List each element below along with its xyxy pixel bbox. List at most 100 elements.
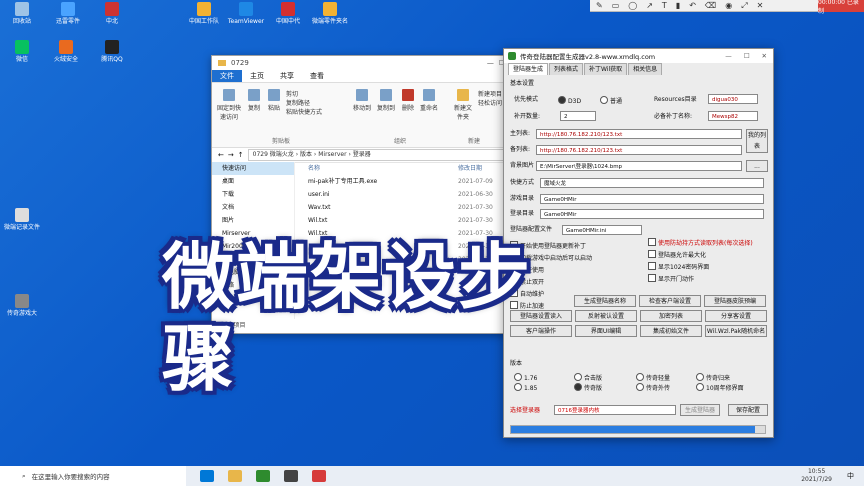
- copy-path-button[interactable]: 复制路径: [286, 98, 342, 107]
- right-option-checkbox[interactable]: 登陆器允许最大化: [648, 250, 706, 260]
- new-folder-button[interactable]: 新建文件夹: [452, 89, 474, 121]
- right-option-checkbox[interactable]: 使用防劫持方式读取列表(每次选择): [648, 238, 753, 248]
- column-name[interactable]: 名称: [296, 162, 458, 175]
- tab-generate[interactable]: 登陆器生成: [508, 63, 549, 75]
- task-view-icon[interactable]: [200, 470, 214, 482]
- desktop-icon[interactable]: 中国中代: [268, 2, 308, 25]
- browse-button[interactable]: ...: [746, 160, 768, 172]
- file-row[interactable]: user.ini 2021-06-30: [296, 188, 522, 201]
- rect-icon[interactable]: ▭: [612, 1, 620, 10]
- shortcut-input[interactable]: 魔域火龙: [540, 178, 764, 188]
- desktop-icon[interactable]: 微端记录文件: [2, 208, 42, 231]
- nav-desktop[interactable]: 桌面: [212, 175, 294, 188]
- undo-icon[interactable]: ↶: [689, 1, 696, 10]
- nav-quick-access[interactable]: 快速访问: [212, 162, 294, 175]
- clear-icon[interactable]: ⌫: [705, 1, 716, 10]
- action-button[interactable]: Wil.Wzl.Pak随机命名: [705, 325, 767, 337]
- tab-file[interactable]: 文件: [212, 70, 242, 82]
- terminal-icon[interactable]: [284, 470, 298, 482]
- action-button[interactable]: 客户端操作: [510, 325, 572, 337]
- close-icon[interactable]: ✕: [757, 1, 764, 10]
- record-timer[interactable]: 00:00:00 已录制: [818, 0, 864, 15]
- desktop-icon[interactable]: 传奇游戏大: [2, 294, 42, 317]
- select-login-dropdown[interactable]: 0716登录器内核: [554, 405, 676, 415]
- login-dir-input[interactable]: Game0HMir: [540, 209, 764, 219]
- paste-button[interactable]: 粘贴: [266, 89, 282, 112]
- camera-icon[interactable]: ◉: [725, 1, 732, 10]
- recorder-icon[interactable]: [312, 470, 326, 482]
- backup-list-input[interactable]: http://180.76.182.210/123.txt: [536, 145, 742, 155]
- version-radio[interactable]: 1.76: [514, 373, 537, 383]
- action-button[interactable]: 检查客户端设置: [639, 295, 701, 307]
- master-list-input[interactable]: http://180.76.182.210/123.txt: [536, 129, 742, 139]
- resources-input[interactable]: digua030: [708, 94, 758, 104]
- game-dir-input[interactable]: Game0HMir: [540, 194, 764, 204]
- tab-share[interactable]: 共享: [272, 70, 302, 82]
- nav-documents[interactable]: 文档: [212, 201, 294, 214]
- column-date[interactable]: 修改日期: [458, 162, 482, 175]
- minimize-icon[interactable]: —: [487, 59, 494, 67]
- desktop-icon[interactable]: 腾讯QQ: [92, 40, 132, 63]
- pen-icon[interactable]: ✎: [596, 1, 603, 10]
- desktop-icon[interactable]: 回收站: [2, 2, 42, 25]
- close-icon[interactable]: ✕: [762, 52, 767, 60]
- priority-d3d-radio[interactable]: D3D: [558, 96, 581, 106]
- nav-pictures[interactable]: 图片: [212, 214, 294, 227]
- up-icon[interactable]: ↑: [238, 151, 244, 159]
- back-icon[interactable]: ←: [218, 151, 224, 159]
- desktop-icon[interactable]: 迅雷零件: [48, 2, 88, 25]
- patch-file-input[interactable]: Mewsp82: [708, 111, 758, 121]
- pin-quick-access-button[interactable]: 固定到快速访问: [216, 89, 242, 121]
- version-radio[interactable]: 1.85: [514, 383, 537, 393]
- tab-info[interactable]: 相关信息: [628, 63, 663, 75]
- version-radio[interactable]: 合击版: [574, 373, 602, 383]
- right-option-checkbox[interactable]: 显示开门动作: [648, 274, 694, 284]
- clock[interactable]: 10:55 2021/7/29: [801, 468, 832, 484]
- action-button[interactable]: 分享客设置: [705, 310, 767, 322]
- forward-icon[interactable]: →: [228, 151, 234, 159]
- ime-indicator[interactable]: 中: [847, 471, 854, 481]
- file-row[interactable]: Wil.txt 2021-07-30: [296, 214, 522, 227]
- version-radio[interactable]: 传奇外传: [636, 383, 670, 393]
- patch-count-stepper[interactable]: 2: [560, 111, 596, 121]
- copy-button[interactable]: 复制: [246, 89, 262, 112]
- save-config-button[interactable]: 保存配置: [728, 404, 768, 416]
- ellipse-icon[interactable]: ◯: [628, 1, 637, 10]
- desktop-icon[interactable]: 微信: [2, 40, 42, 63]
- copy-to-button[interactable]: 复制到: [376, 89, 396, 112]
- taskbar-search[interactable]: ⌕ 在这里输入你要搜索的内容: [0, 466, 186, 486]
- app-taskbar-icon[interactable]: [256, 470, 270, 482]
- desktop-icon[interactable]: 微端零件夹名: [310, 2, 350, 25]
- bg-image-input[interactable]: E:\MirServer\登录器\1024.bmp: [536, 161, 742, 171]
- tab-patch-wil[interactable]: 补丁Wil获取: [584, 63, 628, 75]
- version-radio[interactable]: 传奇版: [574, 383, 602, 393]
- maximize-icon[interactable]: ☐: [744, 52, 750, 60]
- desktop-icon[interactable]: 中北: [92, 2, 132, 25]
- file-row[interactable]: Wav.txt 2021-07-30: [296, 201, 522, 214]
- file-row[interactable]: mi-pak补丁专用工具.exe 2021-07-09: [296, 175, 522, 188]
- file-explorer-icon[interactable]: [228, 470, 242, 482]
- marker-icon[interactable]: ▮: [676, 1, 680, 10]
- generate-button[interactable]: 生成登陆器: [680, 404, 720, 416]
- version-radio[interactable]: 传奇归来: [696, 373, 730, 383]
- action-button[interactable]: 登陆器皮肤预编: [704, 295, 766, 307]
- action-button[interactable]: 加密列表: [640, 310, 702, 322]
- action-button[interactable]: 界面UI编辑: [575, 325, 637, 337]
- tab-home[interactable]: 主页: [242, 70, 272, 82]
- tab-list-format[interactable]: 列表格式: [549, 63, 584, 75]
- my-list-button[interactable]: 我的列表: [746, 129, 768, 153]
- action-button[interactable]: 集成初始文件: [640, 325, 702, 337]
- desktop-icon[interactable]: 火绒安全: [46, 40, 86, 63]
- desktop-icon[interactable]: 中国工作队: [184, 2, 224, 25]
- right-option-checkbox[interactable]: 显示1024密码界面: [648, 262, 709, 272]
- version-radio[interactable]: 传奇轻量: [636, 373, 670, 383]
- expand-icon[interactable]: ⤢: [741, 1, 747, 11]
- rename-button[interactable]: 重命名: [420, 89, 438, 112]
- desktop-icon[interactable]: TeamViewer: [226, 2, 266, 25]
- minimize-icon[interactable]: —: [725, 52, 732, 60]
- version-radio[interactable]: 10周年修界面: [696, 383, 744, 393]
- delete-button[interactable]: 删除: [400, 89, 416, 112]
- arrow-icon[interactable]: ↗: [646, 1, 653, 10]
- path-input[interactable]: 0729 微端火龙 › 版本 › Mirserver › 登录器: [247, 149, 518, 161]
- cut-button[interactable]: 剪切: [286, 89, 342, 98]
